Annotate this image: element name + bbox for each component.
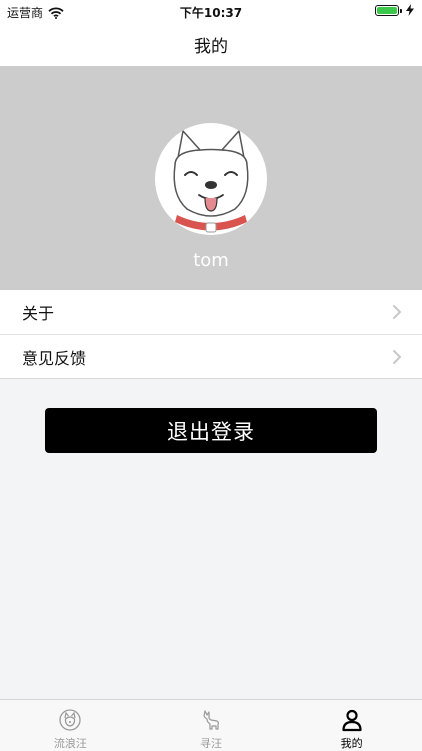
- username: tom: [193, 250, 229, 271]
- menu-item-about[interactable]: 关于: [0, 290, 422, 334]
- dog-avatar-icon: [173, 130, 249, 233]
- dog-face-icon: [59, 709, 81, 731]
- navigation-bar: 我的: [0, 22, 422, 67]
- avatar[interactable]: [155, 123, 267, 235]
- tab-label: 我的: [340, 737, 363, 750]
- tab-find-dog[interactable]: 寻汪: [141, 700, 282, 751]
- menu-item-label: 关于: [22, 304, 55, 323]
- tab-stray-dogs[interactable]: 流浪汪: [0, 700, 141, 751]
- page-title: 我的: [194, 36, 228, 57]
- battery-indicator: [375, 4, 414, 16]
- tab-bar: 流浪汪 寻汪 我的: [0, 699, 422, 751]
- status-bar: 运营商 下午10:37: [0, 0, 422, 22]
- menu-item-label: 意见反馈: [22, 348, 87, 368]
- tab-label: 寻汪: [200, 737, 222, 750]
- status-time: 下午10:37: [179, 6, 243, 20]
- chevron-right-icon: [393, 349, 401, 364]
- tab-mine[interactable]: 我的: [281, 700, 422, 751]
- logout-button[interactable]: 退出登录: [45, 408, 377, 453]
- profile-header: tom: [0, 66, 422, 290]
- battery-fill: [377, 6, 397, 14]
- settings-menu: 关于 意见反馈: [0, 290, 422, 379]
- battery-icon: [375, 4, 402, 16]
- charging-bolt-icon: [406, 4, 414, 16]
- dog-silhouette-icon: [203, 710, 219, 730]
- menu-item-feedback[interactable]: 意见反馈: [0, 334, 422, 378]
- tab-label: 流浪汪: [53, 737, 87, 750]
- person-icon: [342, 709, 362, 732]
- chevron-right-icon: [393, 305, 401, 319]
